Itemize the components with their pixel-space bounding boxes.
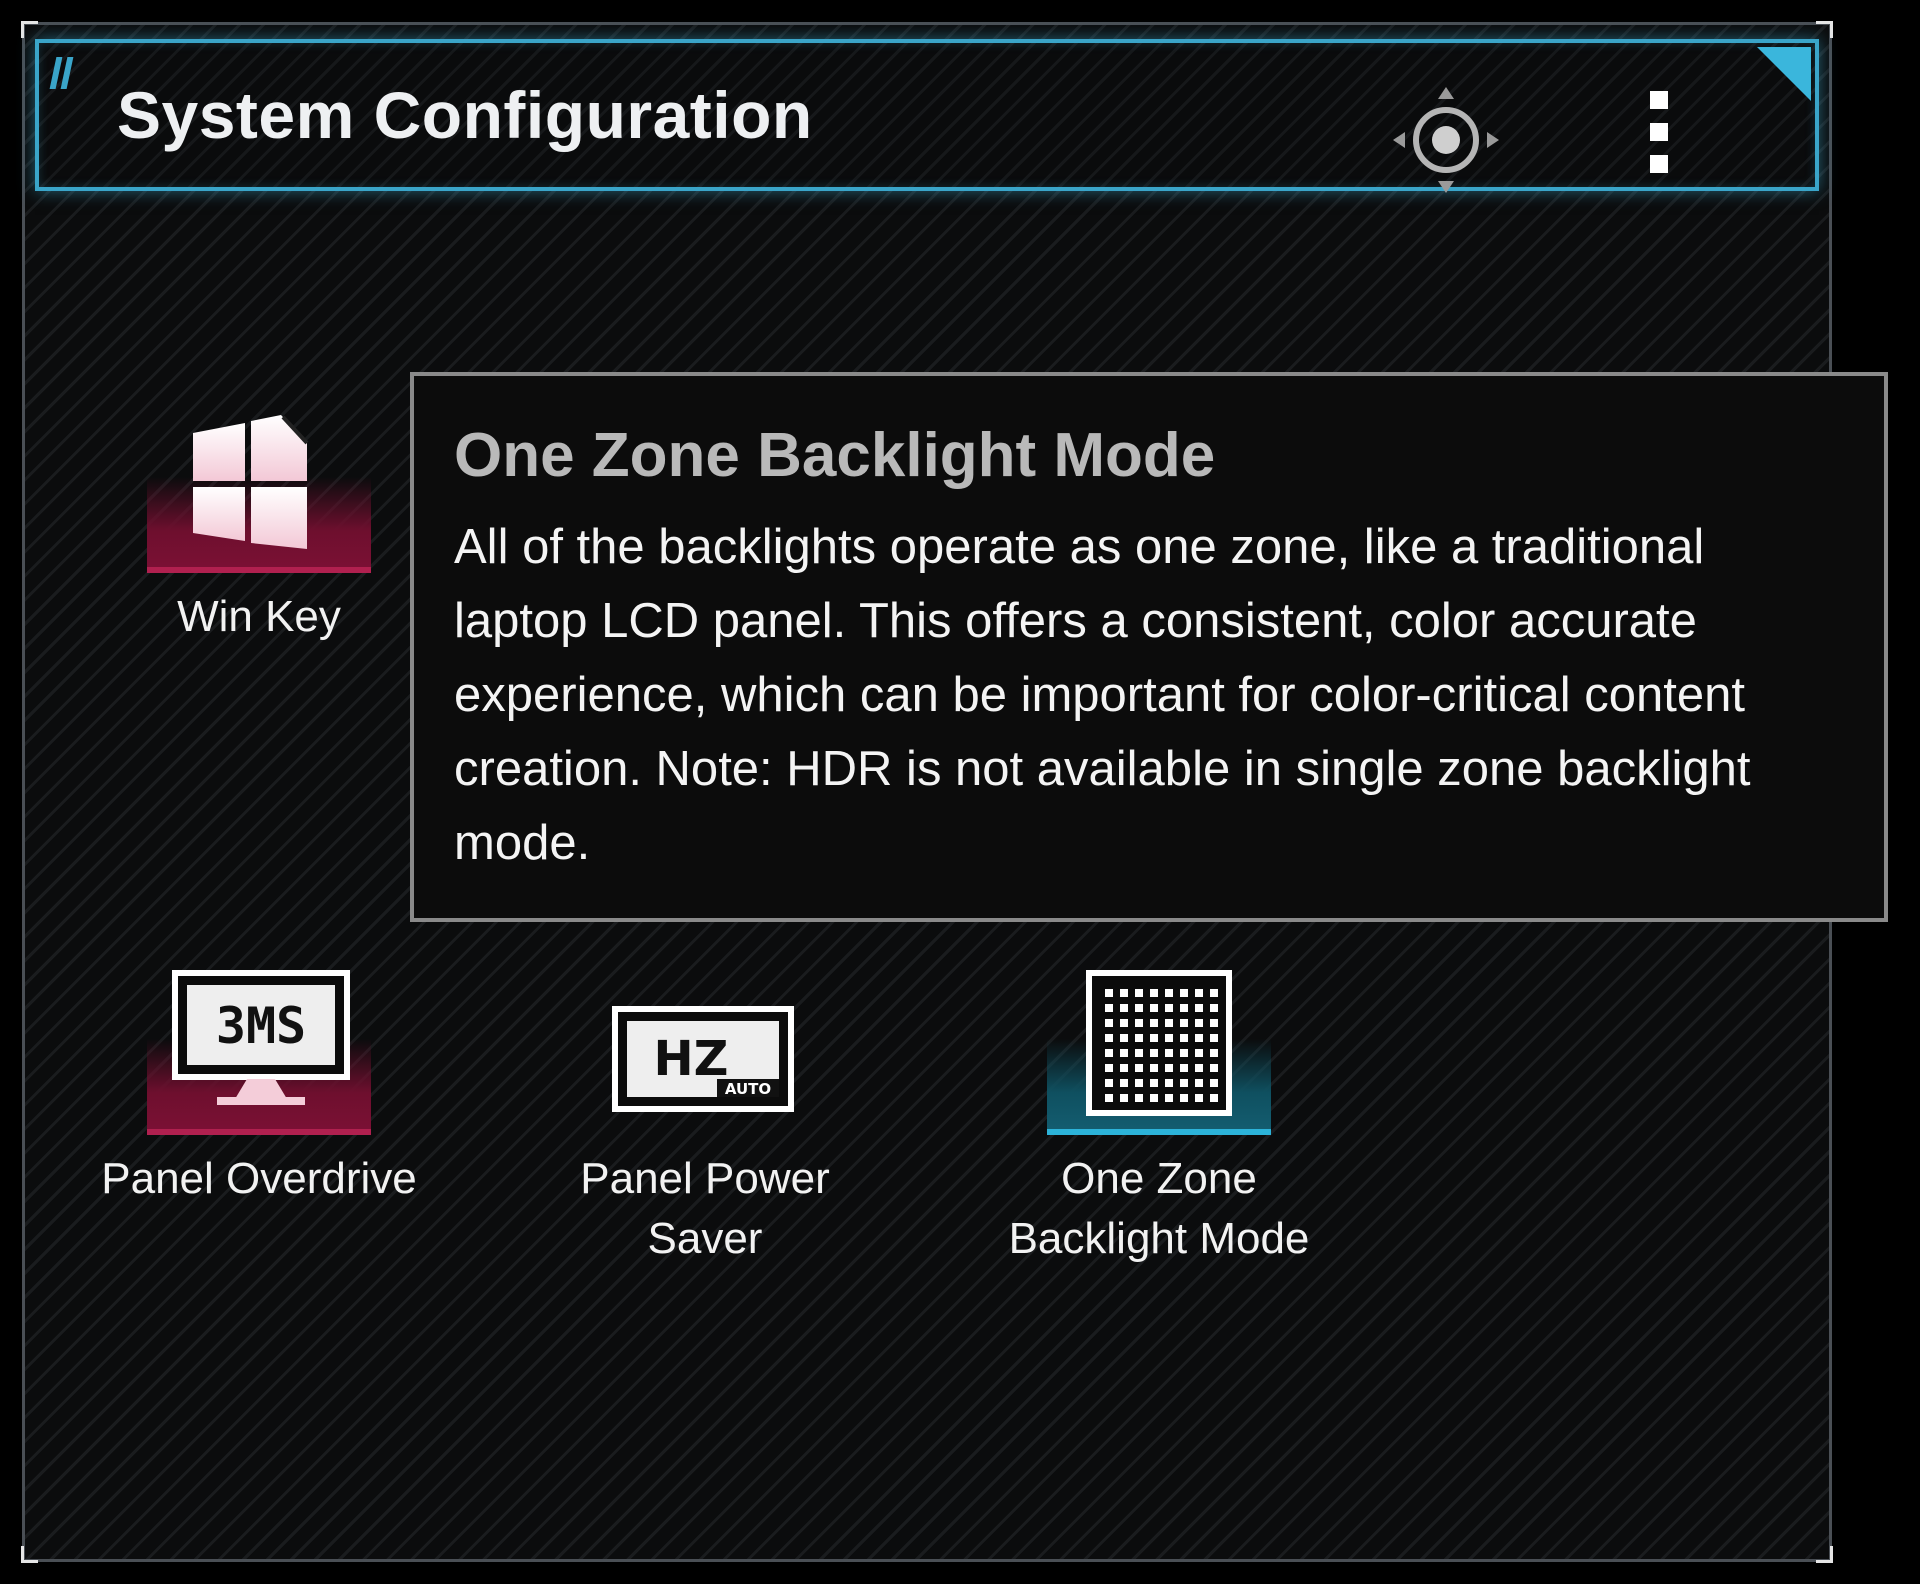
- icon-text: 3MS: [216, 997, 306, 1055]
- windows-icon: [193, 415, 309, 549]
- hz-auto-icon: HZ AUTO: [612, 1006, 794, 1112]
- panel-corner: [1816, 1546, 1833, 1563]
- tile-one-zone-backlight[interactable]: One Zone Backlight Mode: [989, 965, 1329, 1269]
- tile-win-key[interactable]: Win Key: [89, 403, 429, 647]
- page-title: System Configuration: [117, 78, 813, 152]
- tooltip-title: One Zone Backlight Mode: [454, 421, 1216, 490]
- grip-icon: [49, 57, 77, 93]
- tile-label: Panel Overdrive: [101, 1154, 417, 1203]
- tile-icon-wrap: 3MS: [147, 965, 371, 1135]
- tile-panel-overdrive[interactable]: 3MS Panel Overdrive: [89, 965, 429, 1209]
- tile-icon-wrap: HZ AUTO: [593, 965, 817, 1135]
- more-vertical-icon[interactable]: [1639, 91, 1679, 187]
- panel-corner: [21, 21, 38, 38]
- tile-icon-wrap: [147, 403, 371, 573]
- tile-label: One Zone Backlight Mode: [1008, 1154, 1310, 1263]
- tile-label: Win Key: [177, 592, 341, 641]
- move-icon[interactable]: [1391, 85, 1501, 195]
- 3ms-monitor-icon: 3MS: [172, 970, 350, 1105]
- tile-icon-wrap: [1047, 965, 1271, 1135]
- tooltip-body: All of the backlights operate as one zon…: [454, 520, 1751, 870]
- panel-header[interactable]: System Configuration: [35, 39, 1819, 193]
- header-notch: [1757, 47, 1811, 101]
- panel-corner: [21, 1546, 38, 1563]
- panel-corner: [1816, 21, 1833, 38]
- tile-panel-power-saver[interactable]: HZ AUTO Panel Power Saver: [535, 965, 875, 1269]
- icon-subtext: AUTO: [725, 1080, 771, 1098]
- icon-text: HZ: [654, 1031, 729, 1087]
- tooltip: One Zone Backlight Mode All of the backl…: [410, 372, 1888, 922]
- dot-grid-icon: [1086, 970, 1232, 1116]
- app-stage: System Configuration Win Key 3MS Panel O…: [0, 0, 1920, 1584]
- tile-label: Panel Power Saver: [580, 1154, 830, 1263]
